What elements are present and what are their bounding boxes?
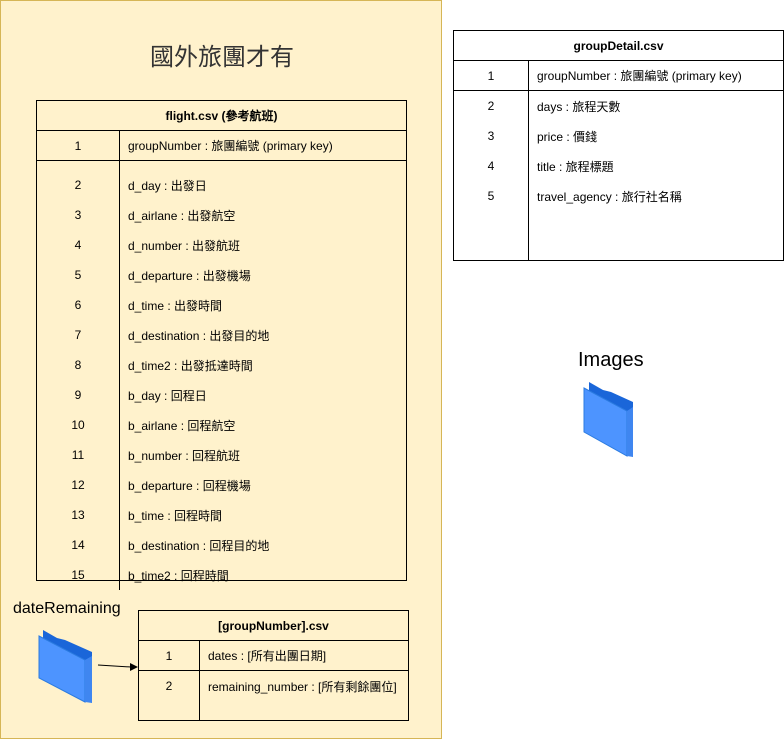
- flight-row-14: 14 b_destination : 回程目的地: [37, 530, 406, 560]
- row-text: d_airlane : 出發航空: [128, 208, 236, 223]
- row-text: d_day : 出發日: [128, 178, 207, 193]
- group-detail-row-3: 3 price : 價錢: [454, 121, 783, 151]
- row-text: d_time2 : 出發抵達時間: [128, 358, 253, 373]
- row-number: 2: [454, 91, 529, 121]
- row-text: travel_agency : 旅行社名稱: [537, 189, 682, 204]
- table-spacer: [139, 701, 200, 720]
- panel-title: 國外旅團才有: [150, 44, 294, 71]
- row-number: 4: [454, 151, 529, 181]
- folder-side: [85, 656, 92, 703]
- row-number: 13: [37, 500, 120, 530]
- group-number-header: [groupNumber].csv: [139, 611, 408, 641]
- row-text: b_destination : 回程目的地: [128, 538, 270, 553]
- group-number-row-2: 2 remaining_number : [所有剩餘團位]: [139, 671, 408, 701]
- row-number: 2: [139, 671, 200, 701]
- row-number: 15: [37, 560, 120, 590]
- flight-row-1: 1 groupNumber : 旅團編號 (primary key): [37, 131, 406, 161]
- flight-row-6: 6 d_time : 出發時間: [37, 290, 406, 320]
- row-number: 1: [454, 61, 529, 90]
- flight-row-8: 8 d_time2 : 出發抵達時間: [37, 350, 406, 380]
- flight-row-11: 11 b_number : 回程航班: [37, 440, 406, 470]
- row-text: d_number : 出發航班: [128, 238, 241, 253]
- group-number-row-1: 1 dates : [所有出團日期]: [139, 641, 408, 671]
- row-number: 10: [37, 410, 120, 440]
- row-text: b_departure : 回程機場: [128, 478, 251, 493]
- row-text: d_destination : 出發目的地: [128, 328, 270, 343]
- flight-row-5: 5 d_departure : 出發機場: [37, 260, 406, 290]
- row-text: d_departure : 出發機場: [128, 268, 251, 283]
- folder-icon[interactable]: [581, 380, 641, 460]
- folder-icon[interactable]: [37, 628, 99, 706]
- images-folder-label: Images: [578, 349, 644, 371]
- group-detail-header: groupDetail.csv: [454, 31, 783, 61]
- row-number: 1: [139, 641, 200, 670]
- group-detail-row-1: 1 groupNumber : 旅團編號 (primary key): [454, 61, 783, 91]
- flight-table-header: flight.csv (參考航班): [37, 101, 406, 131]
- date-remaining-folder-label: dateRemaining: [13, 600, 121, 617]
- row-number: 12: [37, 470, 120, 500]
- flight-row-12: 12 b_departure : 回程機場: [37, 470, 406, 500]
- row-number: 14: [37, 530, 120, 560]
- row-number: 5: [454, 181, 529, 211]
- flight-row-4: 4 d_number : 出發航班: [37, 230, 406, 260]
- flight-row-10: 10 b_airlane : 回程航空: [37, 410, 406, 440]
- table-spacer: [37, 161, 120, 170]
- flight-row-2: 2 d_day : 出發日: [37, 170, 406, 200]
- row-number: 9: [37, 380, 120, 410]
- row-number: 7: [37, 320, 120, 350]
- row-number: 3: [454, 121, 529, 151]
- flight-row-13: 13 b_time : 回程時間: [37, 500, 406, 530]
- row-text: b_time : 回程時間: [128, 508, 223, 523]
- row-text: b_number : 回程航班: [128, 448, 241, 463]
- row-text: price : 價錢: [537, 129, 598, 144]
- row-text: days : 旅程天數: [537, 99, 621, 114]
- row-number: 11: [37, 440, 120, 470]
- group-detail-row-5: 5 travel_agency : 旅行社名稱: [454, 181, 783, 211]
- table-spacer: [454, 211, 529, 261]
- row-text: remaining_number : [所有剩餘團位]: [208, 679, 397, 694]
- row-number: 6: [37, 290, 120, 320]
- row-text: title : 旅程標題: [537, 159, 614, 174]
- row-number: 2: [37, 170, 120, 200]
- group-detail-row-4: 4 title : 旅程標題: [454, 151, 783, 181]
- row-text: groupNumber : 旅團編號 (primary key): [537, 69, 742, 83]
- row-number: 4: [37, 230, 120, 260]
- row-text: b_airlane : 回程航空: [128, 418, 236, 433]
- row-text: groupNumber : 旅團編號 (primary key): [128, 139, 333, 153]
- row-number: 1: [37, 131, 120, 160]
- group-number-table: [groupNumber].csv 1 dates : [所有出團日期] 2 r…: [138, 610, 409, 721]
- flight-row-9: 9 b_day : 回程日: [37, 380, 406, 410]
- row-text: d_time : 出發時間: [128, 298, 223, 313]
- row-number: 3: [37, 200, 120, 230]
- row-text: dates : [所有出團日期]: [208, 649, 327, 663]
- group-detail-row-2: 2 days : 旅程天數: [454, 91, 783, 121]
- folder-side: [627, 407, 633, 457]
- row-number: 5: [37, 260, 120, 290]
- flight-table: flight.csv (參考航班) 1 groupNumber : 旅團編號 (…: [36, 100, 407, 590]
- group-detail-table: groupDetail.csv 1 groupNumber : 旅團編號 (pr…: [453, 30, 784, 261]
- row-text: b_day : 回程日: [128, 388, 207, 403]
- row-text: b_time2 : 回程時間: [128, 568, 229, 583]
- row-number: 8: [37, 350, 120, 380]
- flight-row-15: 15 b_time2 : 回程時間: [37, 560, 406, 590]
- flight-row-3: 3 d_airlane : 出發航空: [37, 200, 406, 230]
- flight-row-7: 7 d_destination : 出發目的地: [37, 320, 406, 350]
